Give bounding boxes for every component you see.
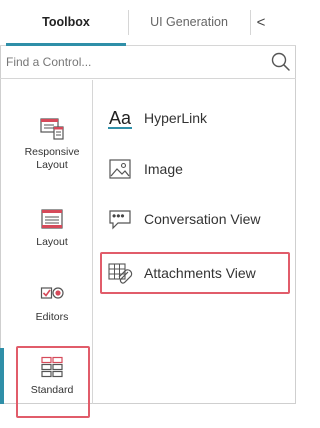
hyperlink-icon: Aa bbox=[106, 106, 134, 130]
control-search bbox=[0, 45, 296, 79]
control-label: Conversation View bbox=[144, 211, 261, 227]
search-input[interactable] bbox=[0, 45, 260, 78]
image-icon bbox=[109, 159, 131, 179]
category-editors[interactable]: Editors bbox=[12, 283, 92, 324]
hyperlink-icon-text: Aa bbox=[108, 107, 132, 128]
layout-icon bbox=[41, 209, 63, 229]
control-label: Image bbox=[144, 161, 183, 177]
responsive-layout-icon bbox=[40, 118, 64, 140]
control-conversation-view[interactable]: ••• Conversation View bbox=[106, 205, 260, 233]
category-label: Layout bbox=[36, 159, 68, 171]
tab-toolbox[interactable]: Toolbox bbox=[6, 0, 126, 44]
tab-bar: Toolbox UI Generation < bbox=[0, 0, 296, 46]
conversation-view-icon: ••• bbox=[106, 207, 134, 231]
attachments-view-highlight bbox=[100, 252, 290, 294]
editors-icon bbox=[40, 287, 64, 299]
conversation-view-icon-text: ••• bbox=[112, 209, 125, 223]
control-image[interactable]: Image bbox=[106, 155, 183, 183]
category-layout[interactable]: Layout bbox=[12, 208, 92, 249]
standard-highlight bbox=[16, 346, 90, 418]
category-responsive-layout[interactable]: Responsive Layout bbox=[12, 118, 92, 172]
chevron-left-icon: < bbox=[256, 13, 266, 31]
control-label: HyperLink bbox=[144, 110, 208, 126]
tab-toolbox-label: Toolbox bbox=[42, 15, 90, 29]
active-category-indicator bbox=[0, 348, 4, 404]
search-icon[interactable] bbox=[270, 51, 292, 73]
tab-ui-generation[interactable]: UI Generation bbox=[129, 0, 249, 44]
category-label: Layout bbox=[36, 236, 68, 248]
collapse-panel-button[interactable]: < bbox=[251, 0, 271, 44]
category-label: Editors bbox=[35, 311, 69, 323]
category-label: Responsive bbox=[24, 146, 80, 158]
tab-ui-generation-label: UI Generation bbox=[150, 15, 228, 29]
control-hyperlink[interactable]: Aa HyperLink bbox=[106, 104, 207, 132]
